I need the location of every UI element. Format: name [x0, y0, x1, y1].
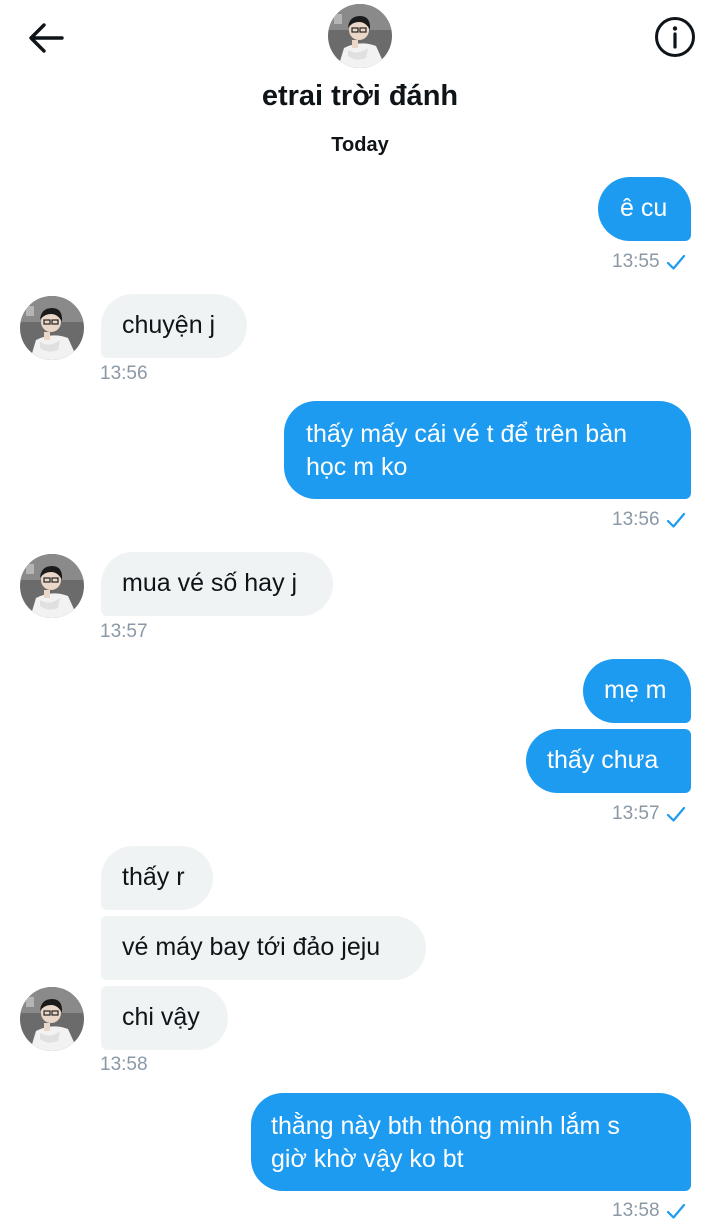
contact-name: etrai trời đánh [261, 80, 459, 112]
message-text-line: giờ khờ vậy ko bt [271, 1145, 464, 1173]
timestamp-text: 13:55 [612, 251, 660, 272]
timestamp: 13:56 [100, 363, 148, 384]
sent-message[interactable]: mẹ m [583, 659, 691, 723]
check-icon [666, 804, 686, 824]
back-button[interactable] [22, 14, 70, 62]
message-text-line: thấy mấy cái vé t để trên bàn [306, 420, 628, 448]
timestamp: 13:58 [612, 1200, 686, 1222]
check-icon [666, 510, 686, 530]
message-text: ê cu [620, 194, 668, 222]
message-text-line: thằng này bth thông minh lắm s [271, 1112, 620, 1140]
message-text-line: học m ko [306, 453, 408, 481]
info-button[interactable] [652, 14, 698, 60]
timestamp-text: 13:56 [612, 509, 660, 530]
message-text: thấy chưa [547, 746, 659, 774]
received-message[interactable]: vé máy bay tới đảo jeju [101, 916, 426, 980]
message-text: vé máy bay tới đảo jeju [122, 933, 381, 961]
message-text: mua vé số hay j [122, 569, 298, 597]
contact-avatar[interactable] [328, 4, 392, 68]
day-separator: Today [331, 134, 389, 156]
message-text: chuyện j [122, 311, 216, 339]
arrow-left-icon [29, 23, 64, 53]
conversation-header: etrai trời đánh Today [0, 0, 720, 170]
timestamp: 13:55 [612, 251, 686, 273]
contact-avatar[interactable] [20, 554, 84, 618]
sent-message[interactable]: thấy chưa [526, 729, 691, 793]
received-message[interactable]: mua vé số hay j [101, 552, 333, 616]
sent-message[interactable]: thấy mấy cái vé t để trên bàn học m ko [284, 401, 691, 499]
message-text: thấy r [122, 863, 185, 891]
received-message[interactable]: chuyện j [101, 294, 247, 358]
timestamp-text: 13:58 [612, 1200, 660, 1221]
sent-message[interactable]: thằng này bth thông minh lắm s giờ khờ v… [251, 1093, 691, 1191]
check-icon [666, 1201, 686, 1221]
timestamp-text: 13:57 [612, 803, 660, 824]
timestamp: 13:57 [100, 621, 148, 642]
check-icon [666, 252, 686, 272]
message-text: mẹ m [604, 676, 667, 704]
contact-avatar[interactable] [20, 987, 84, 1051]
contact-avatar[interactable] [20, 296, 84, 360]
timestamp: 13:57 [612, 803, 686, 825]
sent-message[interactable]: ê cu [598, 177, 691, 241]
received-message[interactable]: chi vậy [101, 986, 228, 1050]
received-message[interactable]: thấy r [101, 846, 213, 910]
timestamp: 13:58 [100, 1054, 148, 1075]
timestamp: 13:56 [612, 509, 686, 531]
info-circle-icon [655, 17, 695, 57]
message-text: chi vậy [122, 1003, 200, 1031]
